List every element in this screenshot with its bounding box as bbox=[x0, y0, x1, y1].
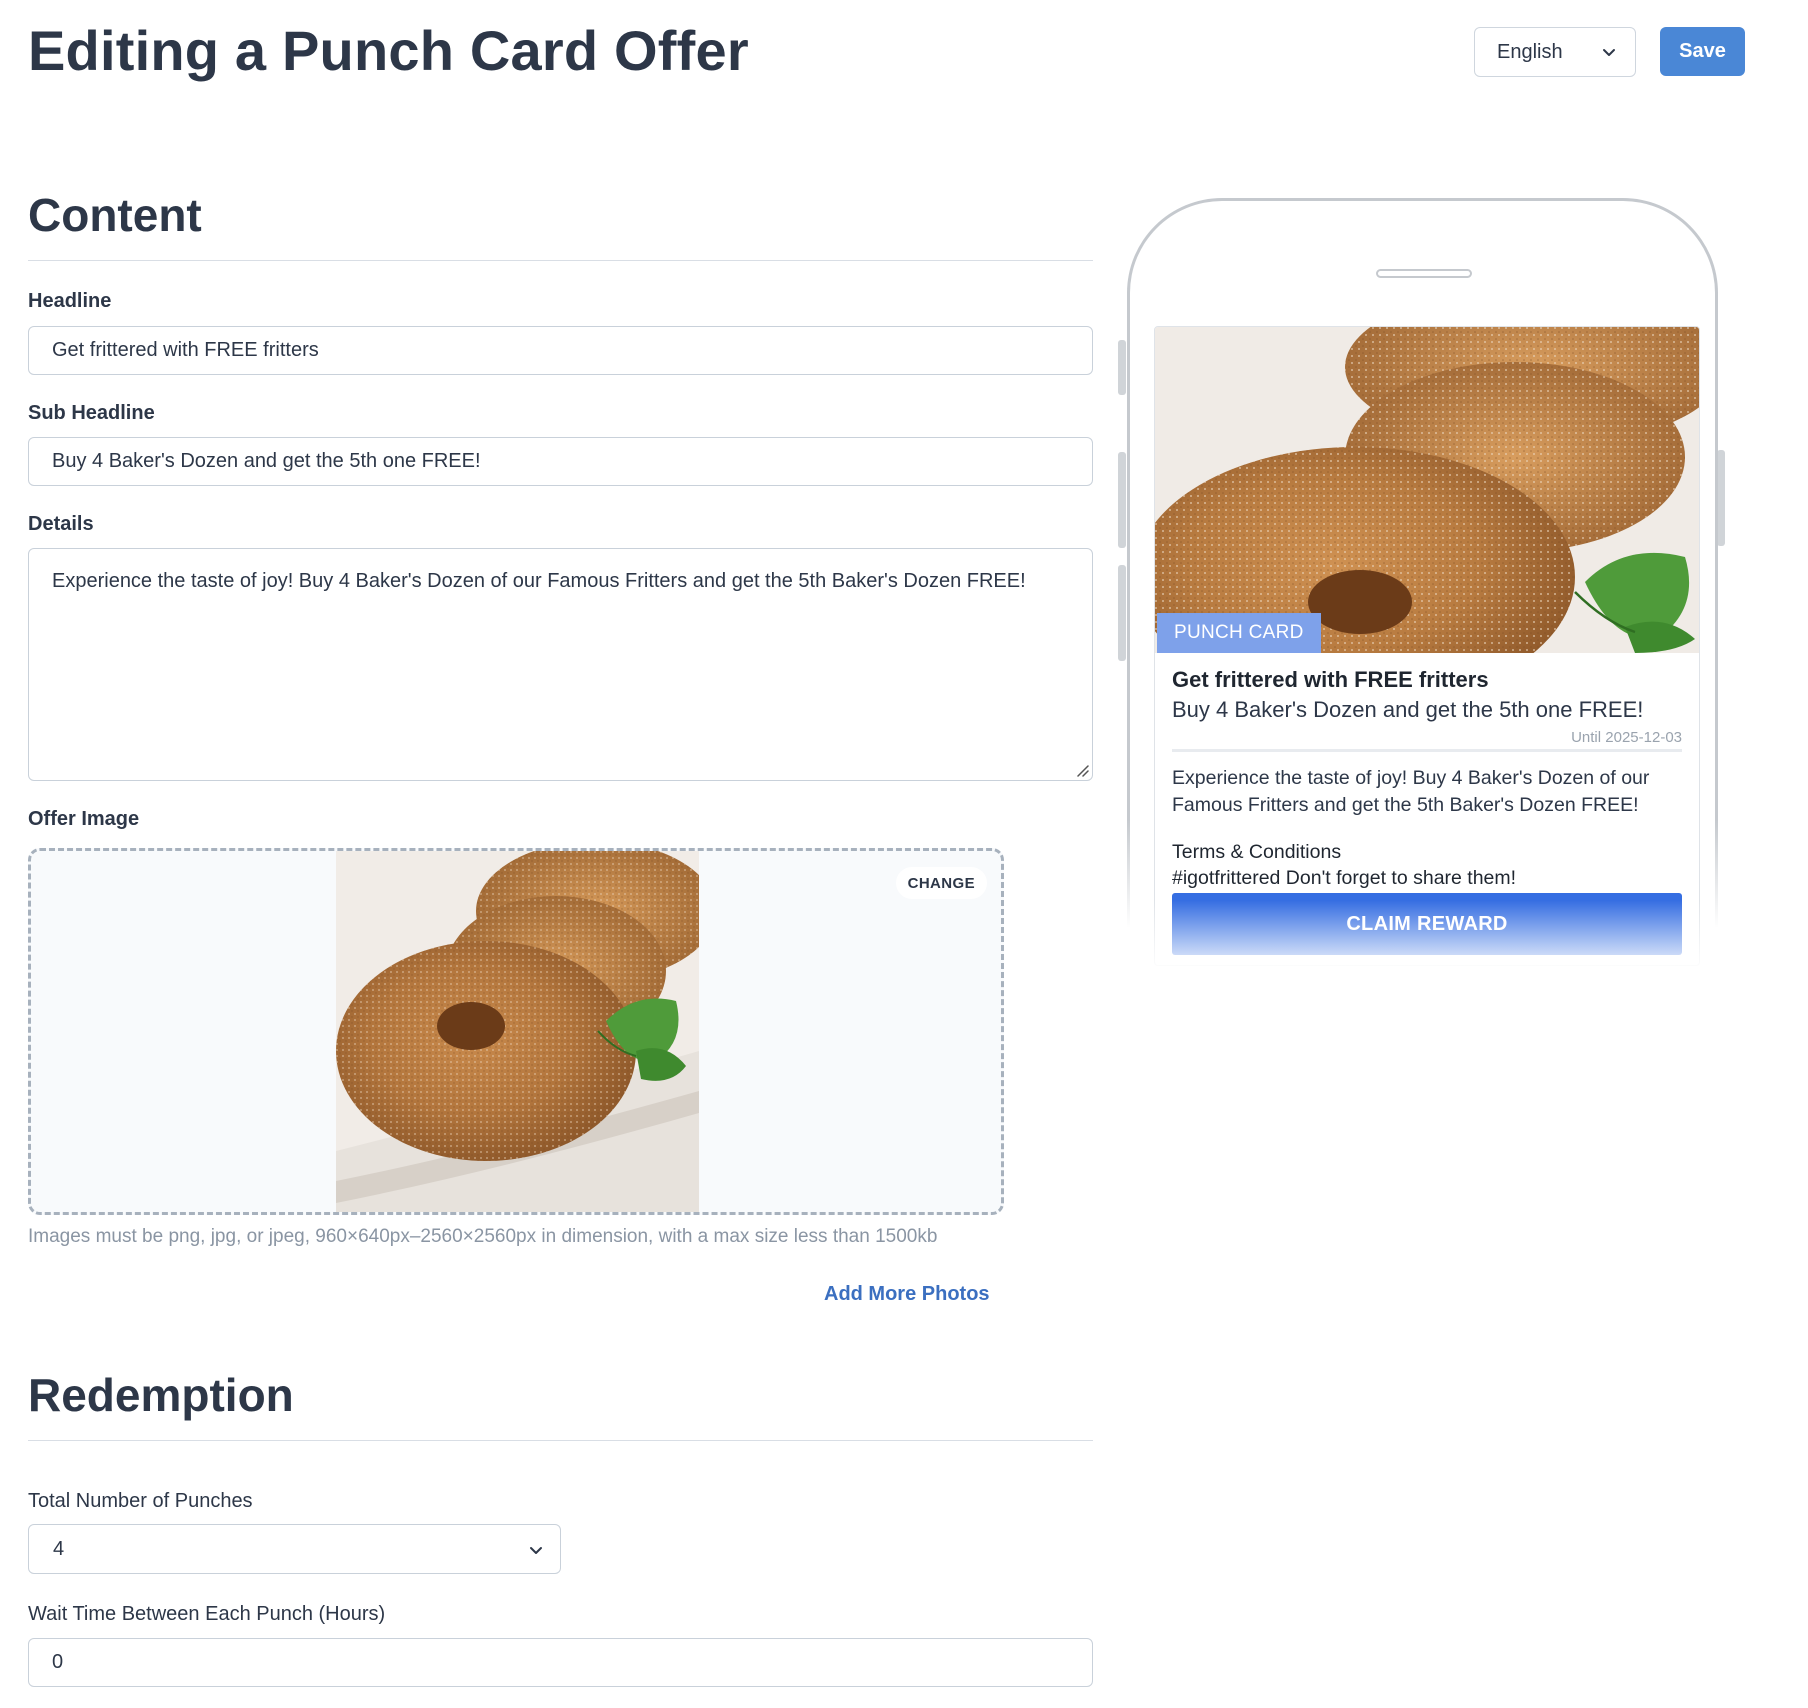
content-divider bbox=[28, 260, 1093, 261]
preview-terms-text: #igotfrittered Don't forget to share the… bbox=[1172, 867, 1517, 889]
phone-power-button bbox=[1717, 450, 1725, 546]
claim-reward-button[interactable]: CLAIM REWARD bbox=[1172, 893, 1682, 955]
wait-time-label: Wait Time Between Each Punch (Hours) bbox=[28, 1603, 386, 1625]
offer-preview-card: PUNCH CARD Get frittered with FREE fritt… bbox=[1154, 326, 1700, 966]
details-textarea-value: Experience the taste of joy! Buy 4 Baker… bbox=[52, 570, 1026, 592]
preview-headline: Get frittered with FREE fritters bbox=[1172, 667, 1489, 692]
preview-fritter-image bbox=[1155, 327, 1699, 653]
preview-divider bbox=[1172, 749, 1682, 752]
language-select[interactable]: English bbox=[1474, 27, 1636, 77]
punches-label: Total Number of Punches bbox=[28, 1490, 253, 1512]
details-textarea[interactable]: Experience the taste of joy! Buy 4 Baker… bbox=[28, 548, 1093, 781]
redemption-divider bbox=[28, 1440, 1093, 1441]
wait-time-input[interactable]: 0 bbox=[28, 1638, 1093, 1687]
phone-side-button bbox=[1118, 340, 1126, 395]
subheadline-input-value: Buy 4 Baker's Dozen and get the 5th one … bbox=[52, 450, 481, 472]
offer-image-thumbnail bbox=[336, 851, 699, 1212]
preview-offer-image bbox=[1155, 327, 1699, 653]
preview-terms-title: Terms & Conditions bbox=[1172, 841, 1342, 863]
image-requirements-hint: Images must be png, jpg, or jpeg, 960×64… bbox=[28, 1226, 938, 1247]
headline-label: Headline bbox=[28, 290, 112, 312]
save-button[interactable]: Save bbox=[1660, 27, 1745, 76]
offer-image-dropzone[interactable]: CHANGE bbox=[28, 848, 1004, 1215]
headline-input[interactable]: Get frittered with FREE fritters bbox=[28, 326, 1093, 375]
chevron-down-icon bbox=[530, 1547, 542, 1554]
phone-side-button bbox=[1118, 565, 1126, 661]
punches-select-value: 4 bbox=[53, 1537, 65, 1560]
details-label: Details bbox=[28, 513, 94, 535]
preview-subheadline: Buy 4 Baker's Dozen and get the 5th one … bbox=[1172, 697, 1644, 722]
offer-image-label: Offer Image bbox=[28, 808, 140, 830]
chevron-down-icon bbox=[1603, 49, 1615, 56]
wait-time-input-value: 0 bbox=[52, 1651, 64, 1673]
preview-details: Experience the taste of joy! Buy 4 Baker… bbox=[1172, 767, 1650, 817]
change-image-button[interactable]: CHANGE bbox=[895, 867, 987, 899]
phone-speaker bbox=[1376, 269, 1472, 278]
punches-select[interactable]: 4 bbox=[28, 1524, 561, 1574]
redemption-section-title: Redemption bbox=[28, 1369, 294, 1421]
punch-card-badge: PUNCH CARD bbox=[1157, 613, 1321, 653]
headline-input-value: Get frittered with FREE fritters bbox=[52, 339, 319, 361]
preview-expiry-date: Until 2025-12-03 bbox=[1571, 729, 1682, 746]
content-section-title: Content bbox=[28, 189, 202, 241]
phone-side-button bbox=[1118, 452, 1126, 548]
resize-handle-icon[interactable] bbox=[1075, 763, 1089, 777]
subheadline-label: Sub Headline bbox=[28, 402, 155, 424]
subheadline-input[interactable]: Buy 4 Baker's Dozen and get the 5th one … bbox=[28, 437, 1093, 486]
add-more-photos-link[interactable]: Add More Photos bbox=[824, 1283, 990, 1306]
language-select-value: English bbox=[1497, 40, 1563, 63]
page-title: Editing a Punch Card Offer bbox=[28, 19, 749, 82]
